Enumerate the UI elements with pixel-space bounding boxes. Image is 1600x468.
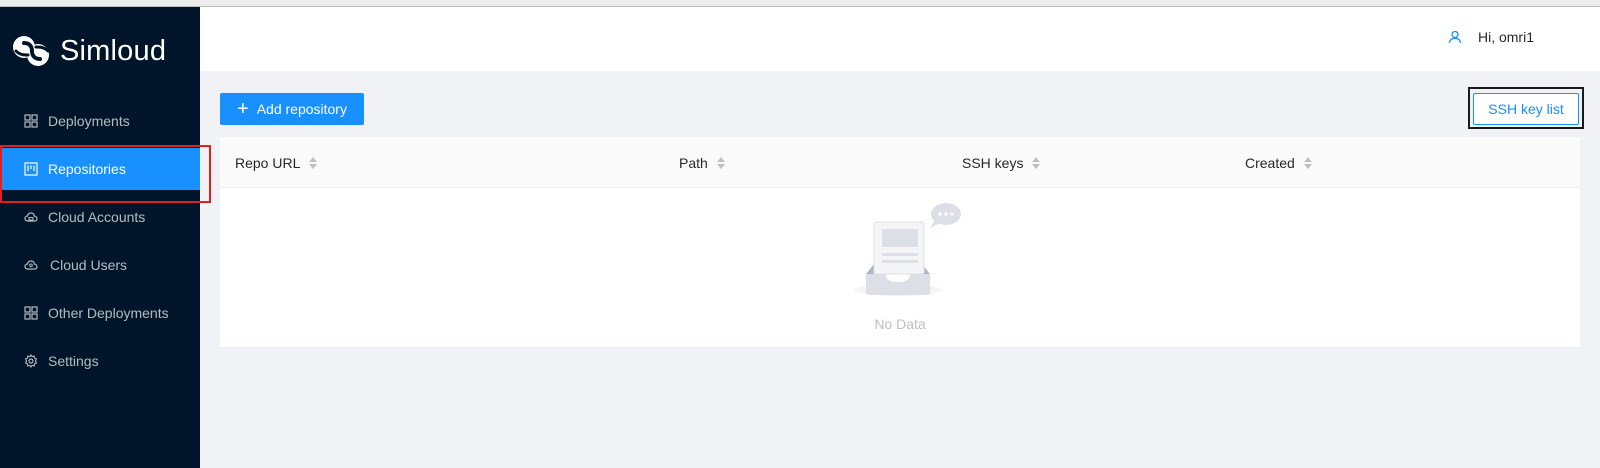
column-label: Repo URL [235, 154, 301, 171]
grid-icon [24, 114, 38, 128]
cloud-icon [24, 210, 38, 224]
column-label: Path [679, 154, 708, 171]
sidebar-item-cloud-accounts[interactable]: Cloud Accounts [0, 196, 200, 238]
add-repository-label: Add repository [256, 101, 347, 117]
sidebar-item-label: Repositories [48, 161, 126, 177]
app-name: Simloud [60, 34, 167, 67]
sidebar: Simloud Deployments Repositories Cloud A… [0, 7, 200, 468]
user-icon [1448, 30, 1462, 44]
top-header: Hi, omri1 [200, 7, 1600, 71]
sidebar-item-label: Cloud Accounts [48, 209, 146, 225]
sidebar-item-label: Settings [48, 353, 99, 369]
column-ssh-keys[interactable]: SSH keys [962, 137, 1041, 188]
column-repo-url[interactable]: Repo URL [235, 137, 318, 188]
column-path[interactable]: Path [679, 137, 725, 188]
empty-state: No Data [220, 188, 1580, 347]
empty-text: No Data [874, 316, 926, 332]
user-greeting: Hi, omri1 [1477, 29, 1534, 45]
sidebar-item-deployments[interactable]: Deployments [0, 100, 200, 142]
sidebar-item-settings[interactable]: Settings [0, 340, 200, 382]
table-header: Repo URL Path SSH keys Created [220, 137, 1580, 188]
gear-icon [24, 354, 38, 368]
ssh-key-list-button[interactable]: SSH key list [1473, 93, 1579, 125]
sort-icon [1032, 156, 1041, 169]
sidebar-item-label: Cloud Users [50, 257, 128, 273]
sidebar-item-cloud-users[interactable]: Cloud Users [0, 244, 200, 286]
plus-icon: + [237, 98, 249, 120]
repo-icon [24, 162, 38, 176]
sidebar-menu: Deployments Repositories Cloud Accounts … [0, 100, 200, 388]
simloud-logo-icon [13, 36, 50, 66]
repositories-table: Repo URL Path SSH keys Created No Data [220, 137, 1580, 347]
sort-icon [1303, 156, 1312, 169]
column-created[interactable]: Created [1245, 137, 1312, 188]
cloud-user-icon [24, 258, 38, 272]
sort-icon [716, 156, 725, 169]
column-label: Created [1245, 154, 1295, 171]
browser-top-strip [0, 0, 1600, 7]
sort-icon [309, 156, 318, 169]
sidebar-item-label: Deployments [48, 113, 130, 129]
sidebar-item-other-deployments[interactable]: Other Deployments [0, 292, 200, 334]
grid-icon [24, 306, 38, 320]
app-logo[interactable]: Simloud [10, 31, 166, 71]
empty-inbox-icon [854, 203, 961, 296]
add-repository-button[interactable]: + Add repository [220, 93, 364, 125]
column-label: SSH keys [962, 154, 1024, 171]
user-menu[interactable]: Hi, omri1 [1448, 29, 1534, 45]
sidebar-item-repositories[interactable]: Repositories [0, 148, 200, 190]
sidebar-item-label: Other Deployments [48, 305, 169, 321]
